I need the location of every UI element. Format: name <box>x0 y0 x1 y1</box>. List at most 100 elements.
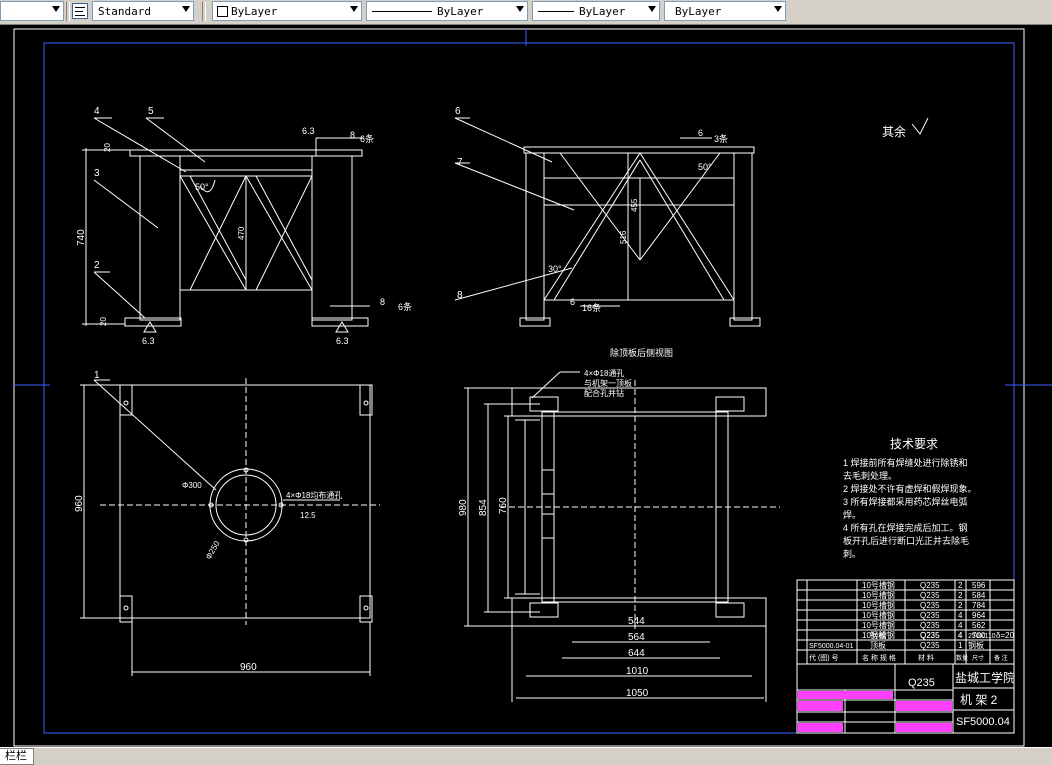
bom-cell: 964 <box>972 611 986 620</box>
bom-cell: 10号槽钢 <box>862 590 895 600</box>
tech-title: 技术要求 <box>890 437 938 451</box>
plotstyle-combo[interactable]: ByLayer <box>664 1 786 21</box>
side-view-caption: 除顶板后侧视图 <box>610 347 673 358</box>
toolbar-separator <box>202 2 206 21</box>
bom-cell: Q235 <box>920 621 940 630</box>
plotstyle-value: ByLayer <box>675 5 722 18</box>
header-cell: 名 称 规 格 <box>862 653 896 662</box>
bom-cell: Q235 <box>920 611 940 620</box>
dim-circle1: Φ300 <box>182 481 202 490</box>
plan-view <box>80 379 373 676</box>
header-cell: 材 料 <box>918 653 934 662</box>
chevron-down-icon[interactable] <box>182 6 190 12</box>
bom-cell: 4 <box>958 621 963 630</box>
bom-cell: Q235 <box>920 601 940 610</box>
weld-symbol: 6 <box>570 297 575 307</box>
bom-cell: 10号槽钢 <box>862 580 895 590</box>
header-cell: 备 注 <box>994 654 1008 662</box>
bom-cell: 钢板 <box>870 630 886 640</box>
dim-w2: 564 <box>628 632 645 643</box>
part-label: 1 <box>94 370 100 381</box>
drawing-number: SF5000.04 <box>956 716 1010 728</box>
layout-tab[interactable]: 栏栏 <box>0 748 34 765</box>
part-label: 4 <box>94 106 100 117</box>
tech-requirements: 技术要求 1 焊接前所有焊缝处进行除锈和 去毛刺处理。 2 焊接处不许有虚焊和假… <box>843 437 977 559</box>
frame-plan-labels: 4×Φ18通孔 与机架一顶板 配合孔并钻 980 854 760 544 564… <box>458 368 649 699</box>
weld-symbol: 8 <box>380 297 385 307</box>
bom-cell: 562 <box>972 621 986 630</box>
dim-h2: 854 <box>478 499 489 516</box>
weld-symbol: 16条 <box>582 302 601 313</box>
part-code: SF5000.04-01 <box>809 643 853 650</box>
hole-note: 4×Φ18通孔 <box>584 368 624 378</box>
chevron-down-icon[interactable] <box>516 6 524 12</box>
text-style-value: Standard <box>98 5 151 18</box>
front-view-labels: 4 5 3 2 740 470 20 20 50° 6.3 8 6条 8 6条 … <box>76 106 412 346</box>
chevron-down-icon[interactable] <box>52 6 60 12</box>
bom-extra: δ=20 <box>996 631 1015 640</box>
dim-plan-width: 960 <box>240 662 257 673</box>
bom-cell: Q235 <box>920 581 940 590</box>
hole-note: 配合孔并钻 <box>584 388 624 398</box>
chevron-down-icon[interactable] <box>648 6 656 12</box>
bom-cell: 584 <box>972 591 986 600</box>
bom-cell: 顶板 <box>870 640 886 650</box>
dim-offset: 12.5 <box>300 511 316 520</box>
dim-inner: 470 <box>237 226 246 240</box>
chevron-down-icon[interactable] <box>774 6 782 12</box>
bom-cell: 2 <box>958 581 963 590</box>
front-view <box>82 117 370 333</box>
drawing-svg[interactable]: 4 5 3 2 740 470 20 20 50° 6.3 8 6条 8 6条 … <box>0 24 1052 747</box>
dim-w1: 544 <box>628 616 645 627</box>
color-swatch-icon <box>217 6 228 17</box>
bom-cell: Q235 <box>920 631 940 640</box>
dim-top-gap: 20 <box>103 143 112 152</box>
properties-toolbar: Standard ByLayer ByLayer ByLayer ByLayer <box>0 0 1052 25</box>
part-label: 7 <box>457 157 463 168</box>
weld-symbol: 6 <box>698 128 703 138</box>
tech-line: 去毛刺处理。 <box>843 470 897 481</box>
dim-h3: 760 <box>498 497 509 514</box>
part-label: 3 <box>94 168 100 179</box>
text-style-icon[interactable] <box>72 3 88 19</box>
side-view <box>454 117 761 327</box>
chevron-down-icon[interactable] <box>350 6 358 12</box>
hole-note: 与机架一顶板 <box>584 378 632 388</box>
layer-combo[interactable] <box>0 1 64 21</box>
part-label: 6 <box>455 106 461 117</box>
bom-cell: 4 <box>958 611 963 620</box>
linetype-combo[interactable]: ByLayer <box>366 1 528 21</box>
dim-h1: 455 <box>630 198 639 212</box>
header-cell: 尺寸 <box>972 654 984 662</box>
drawing-canvas[interactable]: 4 5 3 2 740 470 20 20 50° 6.3 8 6条 8 6条 … <box>0 24 1052 747</box>
part-label: 2 <box>94 260 100 271</box>
tech-line: 1 焊接前所有焊缝处进行除锈和 <box>843 457 968 468</box>
lineweight-combo[interactable]: ByLayer <box>532 1 660 21</box>
bom-cell: Q235 <box>920 641 940 650</box>
tech-line: 4 所有孔在焊接完成后加工。钢 <box>843 522 968 533</box>
tech-line: 板开孔后进行断口光正并去除毛 <box>843 535 969 546</box>
part-label: 5 <box>148 106 154 117</box>
hole-note: 4×Φ18均布通孔 <box>286 490 342 500</box>
lineweight-preview <box>538 11 574 12</box>
drawing-name: 机 架 2 <box>960 693 998 707</box>
color-combo[interactable]: ByLayer <box>212 1 362 21</box>
bom-cell: 1 <box>958 641 963 650</box>
dim-height: 740 <box>76 229 87 246</box>
header-cell: 代 (图) 号 <box>809 653 839 662</box>
weld-symbol: 6条 <box>360 133 374 144</box>
dim-w5: 1050 <box>626 688 649 699</box>
weld-symbol: 6.3 <box>142 336 155 346</box>
bom-cell: 4 <box>958 631 963 640</box>
weld-symbol: 3条 <box>714 133 728 144</box>
title-block-labels: 盐城工学院 Q235 机 架 2 SF5000.04 <box>908 670 1015 728</box>
lineweight-value: ByLayer <box>579 5 626 18</box>
tech-line: 2 焊接处不许有虚焊和假焊现象。 <box>843 483 977 494</box>
weld-symbol: 6条 <box>398 301 412 312</box>
bom-cell: 钢板 <box>968 640 984 650</box>
dim-plan-height: 960 <box>74 495 85 512</box>
text-style-combo[interactable]: Standard <box>92 1 194 21</box>
dim-bottom-gap: 20 <box>99 317 108 326</box>
linetype-preview <box>372 11 432 12</box>
school-name: 盐城工学院 <box>955 670 1015 685</box>
